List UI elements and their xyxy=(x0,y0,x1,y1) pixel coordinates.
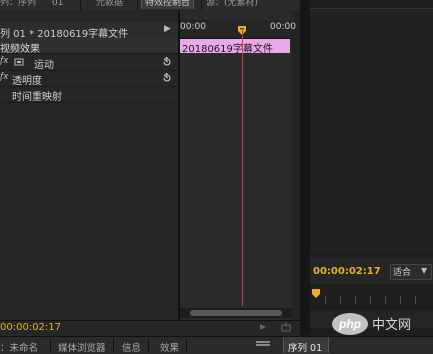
reset-icon[interactable] xyxy=(162,72,172,83)
ruler-tick xyxy=(325,296,326,304)
top-tab-strip: 列：序列 01 元数据 特效控制台 源：(无素材) xyxy=(0,0,300,10)
chevron-down-icon[interactable]: ▼ xyxy=(421,266,427,275)
ruler-tick xyxy=(340,296,341,304)
show-timeline-arrow-icon[interactable]: ▶ xyxy=(164,24,171,34)
tab-separator xyxy=(148,338,149,352)
tab-sequence-number[interactable]: 01 xyxy=(52,0,63,9)
pane-divider[interactable] xyxy=(178,10,180,320)
program-playhead-icon[interactable] xyxy=(311,289,321,299)
ruler-tick xyxy=(400,296,401,304)
tab-separator xyxy=(113,338,114,352)
svg-text:中文网: 中文网 xyxy=(372,318,411,333)
fx-badge-icon[interactable]: ƒx xyxy=(0,56,9,66)
tab-project[interactable]: ：未命名 xyxy=(0,340,38,354)
tab-sequence[interactable]: 列：序列 xyxy=(0,0,36,9)
tab-separator xyxy=(201,0,202,10)
effect-row-motion[interactable]: ƒx 运动 xyxy=(0,54,178,71)
ruler-tick xyxy=(415,296,416,304)
video-effects-label: 视频效果 xyxy=(0,44,40,55)
effect-label: 时间重映射 xyxy=(12,92,62,103)
play-audio-icon[interactable] xyxy=(258,322,268,332)
panel-divider[interactable] xyxy=(300,0,310,335)
ruler-end-time: 00:00 xyxy=(270,22,296,32)
ruler-tick xyxy=(355,296,356,304)
ruler-tick xyxy=(385,296,386,304)
tab-metadata[interactable]: 元数据 xyxy=(96,0,123,9)
ruler-start-time: 00:00 xyxy=(180,22,206,32)
effect-row-time-remapping[interactable]: 时间重映射 xyxy=(0,86,178,103)
tab-media-browser[interactable]: 媒体浏览器 xyxy=(58,340,106,354)
program-timecode[interactable]: 00:00:02:17 xyxy=(313,266,381,277)
timeline-scroll-thumb[interactable] xyxy=(190,310,282,316)
zoom-fit-label: 适合 xyxy=(393,268,412,278)
svg-text:php: php xyxy=(338,317,361,331)
effect-label: 透明度 xyxy=(12,76,42,87)
tab-sequence-01-label: 序列 01 xyxy=(288,343,323,354)
panel-menu-icon[interactable] xyxy=(256,341,270,349)
effect-row-opacity[interactable]: ƒx 透明度 xyxy=(0,70,178,87)
fx-badge-icon[interactable]: ƒx xyxy=(0,72,9,82)
export-icon[interactable] xyxy=(281,322,291,332)
program-monitor-viewer[interactable] xyxy=(310,8,433,254)
tab-separator xyxy=(137,0,138,10)
current-timecode[interactable]: 00:00:02:17 xyxy=(0,322,61,333)
tab-effect-controls[interactable]: 特效控制台 xyxy=(141,0,195,9)
effect-label: 运动 xyxy=(34,60,54,71)
tab-separator xyxy=(186,338,187,352)
motion-transform-icon[interactable] xyxy=(14,58,24,66)
reset-icon[interactable] xyxy=(162,56,172,67)
ruler-tick xyxy=(370,296,371,304)
tab-effects[interactable]: 效果 xyxy=(160,340,179,354)
playhead-line[interactable] xyxy=(242,30,243,306)
clip-bar-label: 20180619字幕文件 xyxy=(182,44,273,55)
tab-source[interactable]: 源：(无素材) xyxy=(206,0,258,9)
tab-separator xyxy=(50,338,51,352)
effect-timeline-area[interactable] xyxy=(180,10,292,320)
tab-info[interactable]: 信息 xyxy=(122,340,141,354)
tab-separator xyxy=(80,0,81,10)
